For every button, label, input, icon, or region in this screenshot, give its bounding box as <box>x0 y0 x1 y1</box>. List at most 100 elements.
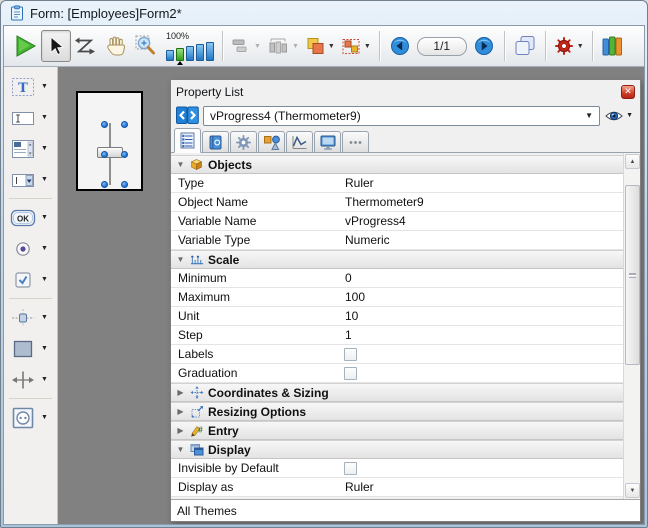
scroll-up-icon[interactable]: ▲ <box>625 154 640 169</box>
section-objects[interactable]: ▼Objects <box>171 155 623 174</box>
chevron-down-icon[interactable]: ▼ <box>328 43 335 50</box>
property-value[interactable]: 1 <box>344 328 352 342</box>
checkbox-labels[interactable] <box>344 348 357 361</box>
zoom-bar-icon[interactable] <box>186 46 194 61</box>
pan-tool-button[interactable] <box>101 30 131 62</box>
property-value[interactable]: 10 <box>344 309 358 323</box>
property-value[interactable]: Ruler <box>344 176 374 190</box>
zoom-level-widget[interactable]: 100% <box>166 31 214 61</box>
chevron-down-icon[interactable]: ▼ <box>41 414 48 421</box>
zoom-bar-current-icon[interactable] <box>176 48 184 61</box>
form-pages-button[interactable] <box>510 30 540 62</box>
group-button[interactable]: ▼ <box>338 30 374 62</box>
view-options-button[interactable]: ▼ <box>604 109 635 123</box>
property-list-header[interactable]: Property List ✕ <box>171 80 640 103</box>
property-value[interactable]: vProgress4 <box>344 214 406 228</box>
theme-footer[interactable]: All Themes <box>171 499 640 521</box>
chevron-down-icon[interactable]: ▼ <box>41 214 48 221</box>
radio-button-tool[interactable]: ▼ <box>4 233 57 264</box>
listbox-tool[interactable]: ▼ <box>4 133 57 164</box>
scrollbar-thumb[interactable] <box>625 185 640 365</box>
section-coordinates-sizing[interactable]: ▶Coordinates & Sizing <box>171 383 623 402</box>
selection-handle[interactable] <box>121 151 128 158</box>
zoom-tool-button[interactable] <box>131 30 161 62</box>
chevron-down-icon[interactable]: ▼ <box>41 314 48 321</box>
previous-page-button[interactable] <box>385 30 415 62</box>
property-value[interactable]: 0 <box>344 271 352 285</box>
tab-appearance[interactable] <box>258 131 285 152</box>
selection-handle[interactable] <box>121 121 128 128</box>
object-selector-dropdown[interactable]: vProgress4 (Thermometer9) ▼ <box>203 106 600 126</box>
zoom-bar-icon[interactable] <box>196 44 204 61</box>
property-value[interactable]: Numeric <box>344 233 390 247</box>
slider-tool[interactable]: ▼ <box>4 302 57 333</box>
selection-handle[interactable] <box>101 151 108 158</box>
close-icon[interactable]: ✕ <box>621 85 635 99</box>
selection-tool-button[interactable] <box>41 30 71 62</box>
tab-data-source[interactable] <box>202 131 229 152</box>
selection-handle[interactable] <box>121 181 128 188</box>
form-page-area[interactable] <box>76 91 143 191</box>
text-tool[interactable]: T▼ <box>4 71 57 102</box>
form-properties-button[interactable]: ▼ <box>551 30 587 62</box>
property-row-object-name[interactable]: Object NameThermometer9 <box>171 193 623 212</box>
rectangle-tool[interactable]: ▼ <box>4 333 57 364</box>
property-list-scrollbar[interactable]: ▲ ▼ <box>623 153 640 499</box>
object-browse-icon[interactable] <box>176 106 199 125</box>
property-row-invisible-by-default[interactable]: Invisible by Default <box>171 459 623 478</box>
chevron-down-icon[interactable]: ▼ <box>41 114 48 121</box>
property-row-type[interactable]: TypeRuler <box>171 174 623 193</box>
tab-properties[interactable] <box>174 128 201 153</box>
property-row-labels[interactable]: Labels <box>171 345 623 364</box>
execute-form-button[interactable] <box>9 30 41 62</box>
library-button[interactable] <box>598 30 628 62</box>
section-entry[interactable]: ▶#Entry <box>171 421 623 440</box>
tab-events[interactable] <box>286 131 313 152</box>
button-tool[interactable]: OK▼ <box>4 202 57 233</box>
property-row-variable-type[interactable]: Variable TypeNumeric <box>171 231 623 250</box>
section-scale[interactable]: ▼Scale <box>171 250 623 269</box>
property-row-variable-name[interactable]: Variable NamevProgress4 <box>171 212 623 231</box>
plugin-area-tool[interactable]: ▼ <box>4 402 57 433</box>
tab-display[interactable] <box>314 131 341 152</box>
property-value[interactable]: Thermometer9 <box>344 195 424 209</box>
chevron-down-icon[interactable]: ▼ <box>577 43 584 50</box>
property-row-display-as[interactable]: Display asRuler <box>171 478 623 497</box>
property-row-graduation[interactable]: Graduation <box>171 364 623 383</box>
checkbox-graduation[interactable] <box>344 367 357 380</box>
next-page-button[interactable] <box>469 30 499 62</box>
chevron-down-icon[interactable]: ▼ <box>41 245 48 252</box>
scroll-down-icon[interactable]: ▼ <box>625 483 640 498</box>
zoom-bar-icon[interactable] <box>206 42 214 61</box>
splitter-tool[interactable]: ▼ <box>4 364 57 395</box>
chevron-down-icon[interactable]: ▼ <box>41 376 48 383</box>
checkbox-tool[interactable]: ▼ <box>4 264 57 295</box>
expand-triangle-icon[interactable]: ▶ <box>175 426 186 435</box>
chevron-down-icon[interactable]: ▼ <box>364 43 371 50</box>
input-tool[interactable]: ▼ <box>4 102 57 133</box>
chevron-down-icon[interactable]: ▼ <box>41 345 48 352</box>
expand-triangle-icon[interactable]: ▶ <box>175 407 186 416</box>
property-row-step[interactable]: Step1 <box>171 326 623 345</box>
entry-order-tool-button[interactable] <box>71 30 101 62</box>
section-display[interactable]: ▼Display <box>171 440 623 459</box>
collapse-triangle-icon[interactable]: ▼ <box>175 255 186 264</box>
property-row-maximum[interactable]: Maximum100 <box>171 288 623 307</box>
chevron-down-icon[interactable]: ▼ <box>41 145 48 152</box>
property-value[interactable]: 100 <box>344 290 365 304</box>
tab-more[interactable] <box>342 131 369 152</box>
selection-handle[interactable] <box>101 121 108 128</box>
chevron-down-icon[interactable]: ▼ <box>41 176 48 183</box>
chevron-down-icon[interactable]: ▼ <box>41 83 48 90</box>
selection-handle[interactable] <box>101 181 108 188</box>
checkbox-invisible-by-default[interactable] <box>344 462 357 475</box>
property-value[interactable]: Ruler <box>344 480 374 494</box>
expand-triangle-icon[interactable]: ▶ <box>175 388 186 397</box>
property-row-unit[interactable]: Unit10 <box>171 307 623 326</box>
tab-action[interactable] <box>230 131 257 152</box>
combobox-tool[interactable]: ▼ <box>4 164 57 195</box>
collapse-triangle-icon[interactable]: ▼ <box>175 445 186 454</box>
zoom-bar-icon[interactable] <box>166 50 174 61</box>
property-row-minimum[interactable]: Minimum0 <box>171 269 623 288</box>
collapse-triangle-icon[interactable]: ▼ <box>175 160 186 169</box>
